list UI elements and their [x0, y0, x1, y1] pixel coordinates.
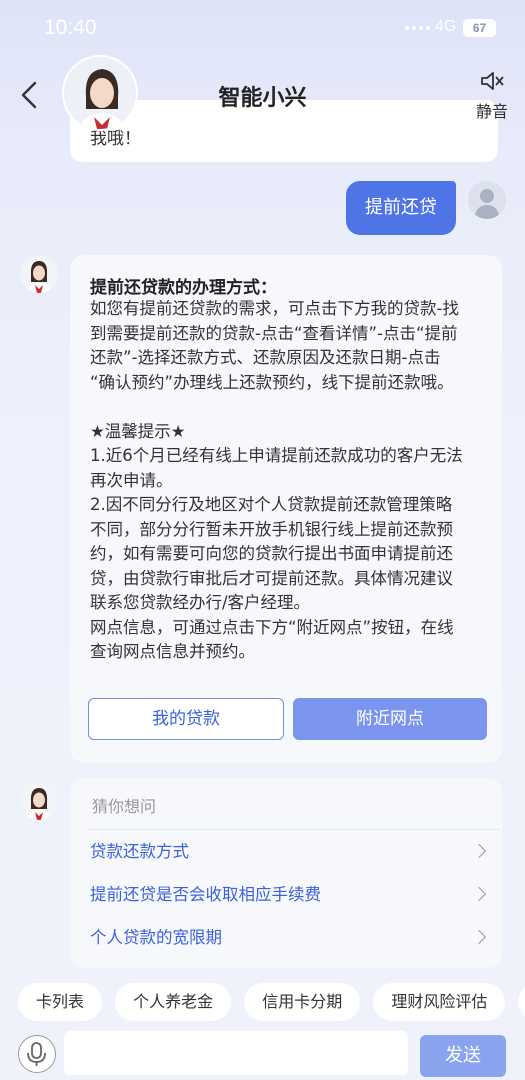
- answer-line: 2.因不同分行及地区对个人贷款提前还款管理策略: [90, 495, 453, 514]
- signal-icon: [405, 26, 430, 30]
- answer-line: 1.近6个月已经有线上申请提前还款成功的客户无法: [90, 446, 463, 465]
- chevron-right-icon: [471, 886, 487, 902]
- my-loans-button[interactable]: 我的贷款: [88, 698, 284, 740]
- user-message-bubble: 提前还贷: [346, 181, 456, 235]
- answer-line: “确认预约”办理线上还款预约，线下提前还款哦。: [90, 372, 454, 392]
- suggestion-item[interactable]: 贷款还款方式: [90, 837, 490, 867]
- nearby-branch-button[interactable]: 附近网点: [293, 698, 487, 740]
- assistant-avatar-small: [20, 782, 58, 820]
- suggestion-label: 提前还贷是否会收取相应手续费: [90, 885, 321, 904]
- answer-line: 还款”-选择还款方式、还款原因及还款日期-点击: [90, 348, 441, 367]
- answer-line: 到需要提前还款的贷款-点击“查看详情”-点击“提前: [90, 323, 458, 343]
- send-button[interactable]: 发送: [420, 1035, 506, 1077]
- answer-line: 约，如有需要可向您的贷款行提出书面申请提前还: [90, 544, 453, 563]
- voice-input-button[interactable]: [18, 1035, 56, 1073]
- answer-line: 查询网点信息并预约。: [90, 642, 255, 661]
- mute-label: 静音: [475, 102, 508, 121]
- suggestion-label: 贷款还款方式: [90, 842, 189, 861]
- assistant-avatar: [62, 55, 138, 131]
- message-input[interactable]: [64, 1031, 408, 1075]
- user-avatar: [468, 181, 506, 219]
- chip-risk-assessment[interactable]: 理财风险评估: [373, 983, 506, 1021]
- speaker-mute-icon: [481, 72, 504, 90]
- quick-chips-row: 卡列表 个人养老金 信用卡分期 理财风险评估 转账: [18, 983, 525, 1023]
- divider: [88, 829, 500, 830]
- chip-card-list[interactable]: 卡列表: [18, 983, 103, 1021]
- status-bar: 10:40 4G 67: [0, 0, 525, 56]
- battery-icon: 67: [463, 19, 496, 37]
- microphone-icon: [27, 1042, 46, 1066]
- chip-transfer[interactable]: 转账: [518, 983, 525, 1021]
- assistant-avatar-small: [20, 255, 58, 293]
- answer-line: 如您有提前还贷款的需求，可点击下方我的贷款-找: [90, 299, 459, 318]
- answer-line: ★温馨提示★: [90, 421, 186, 441]
- answer-title: 提前还贷款的办理方式：: [90, 278, 277, 298]
- answer-line: 联系您贷款经办行/客户经理。: [90, 593, 311, 612]
- network-type: 4G: [435, 18, 457, 35]
- chip-credit-installment[interactable]: 信用卡分期: [244, 983, 361, 1021]
- suggestion-label: 个人贷款的宽限期: [90, 928, 222, 947]
- answer-line: 不同，部分分行暂未开放手机银行线上提前还款预: [90, 519, 453, 539]
- mute-button[interactable]: 静音: [470, 70, 514, 122]
- answer-line: 网点信息，可通过点击下方“附近网点”按钮，在线: [90, 617, 454, 637]
- suggestion-item[interactable]: 提前还贷是否会收取相应手续费: [90, 880, 490, 910]
- answer-line: 再次申请。: [90, 470, 173, 490]
- answer-line: 贷，由贷款行审批后才可提前还款。具体情况建议: [90, 568, 453, 588]
- suggestion-item[interactable]: 个人贷款的宽限期: [90, 923, 490, 953]
- suggestions-header: 猜你想问: [92, 797, 157, 816]
- chevron-right-icon: [471, 843, 487, 859]
- chevron-right-icon: [471, 929, 487, 945]
- status-time: 10:40: [44, 16, 97, 39]
- chip-pension[interactable]: 个人养老金: [115, 983, 232, 1021]
